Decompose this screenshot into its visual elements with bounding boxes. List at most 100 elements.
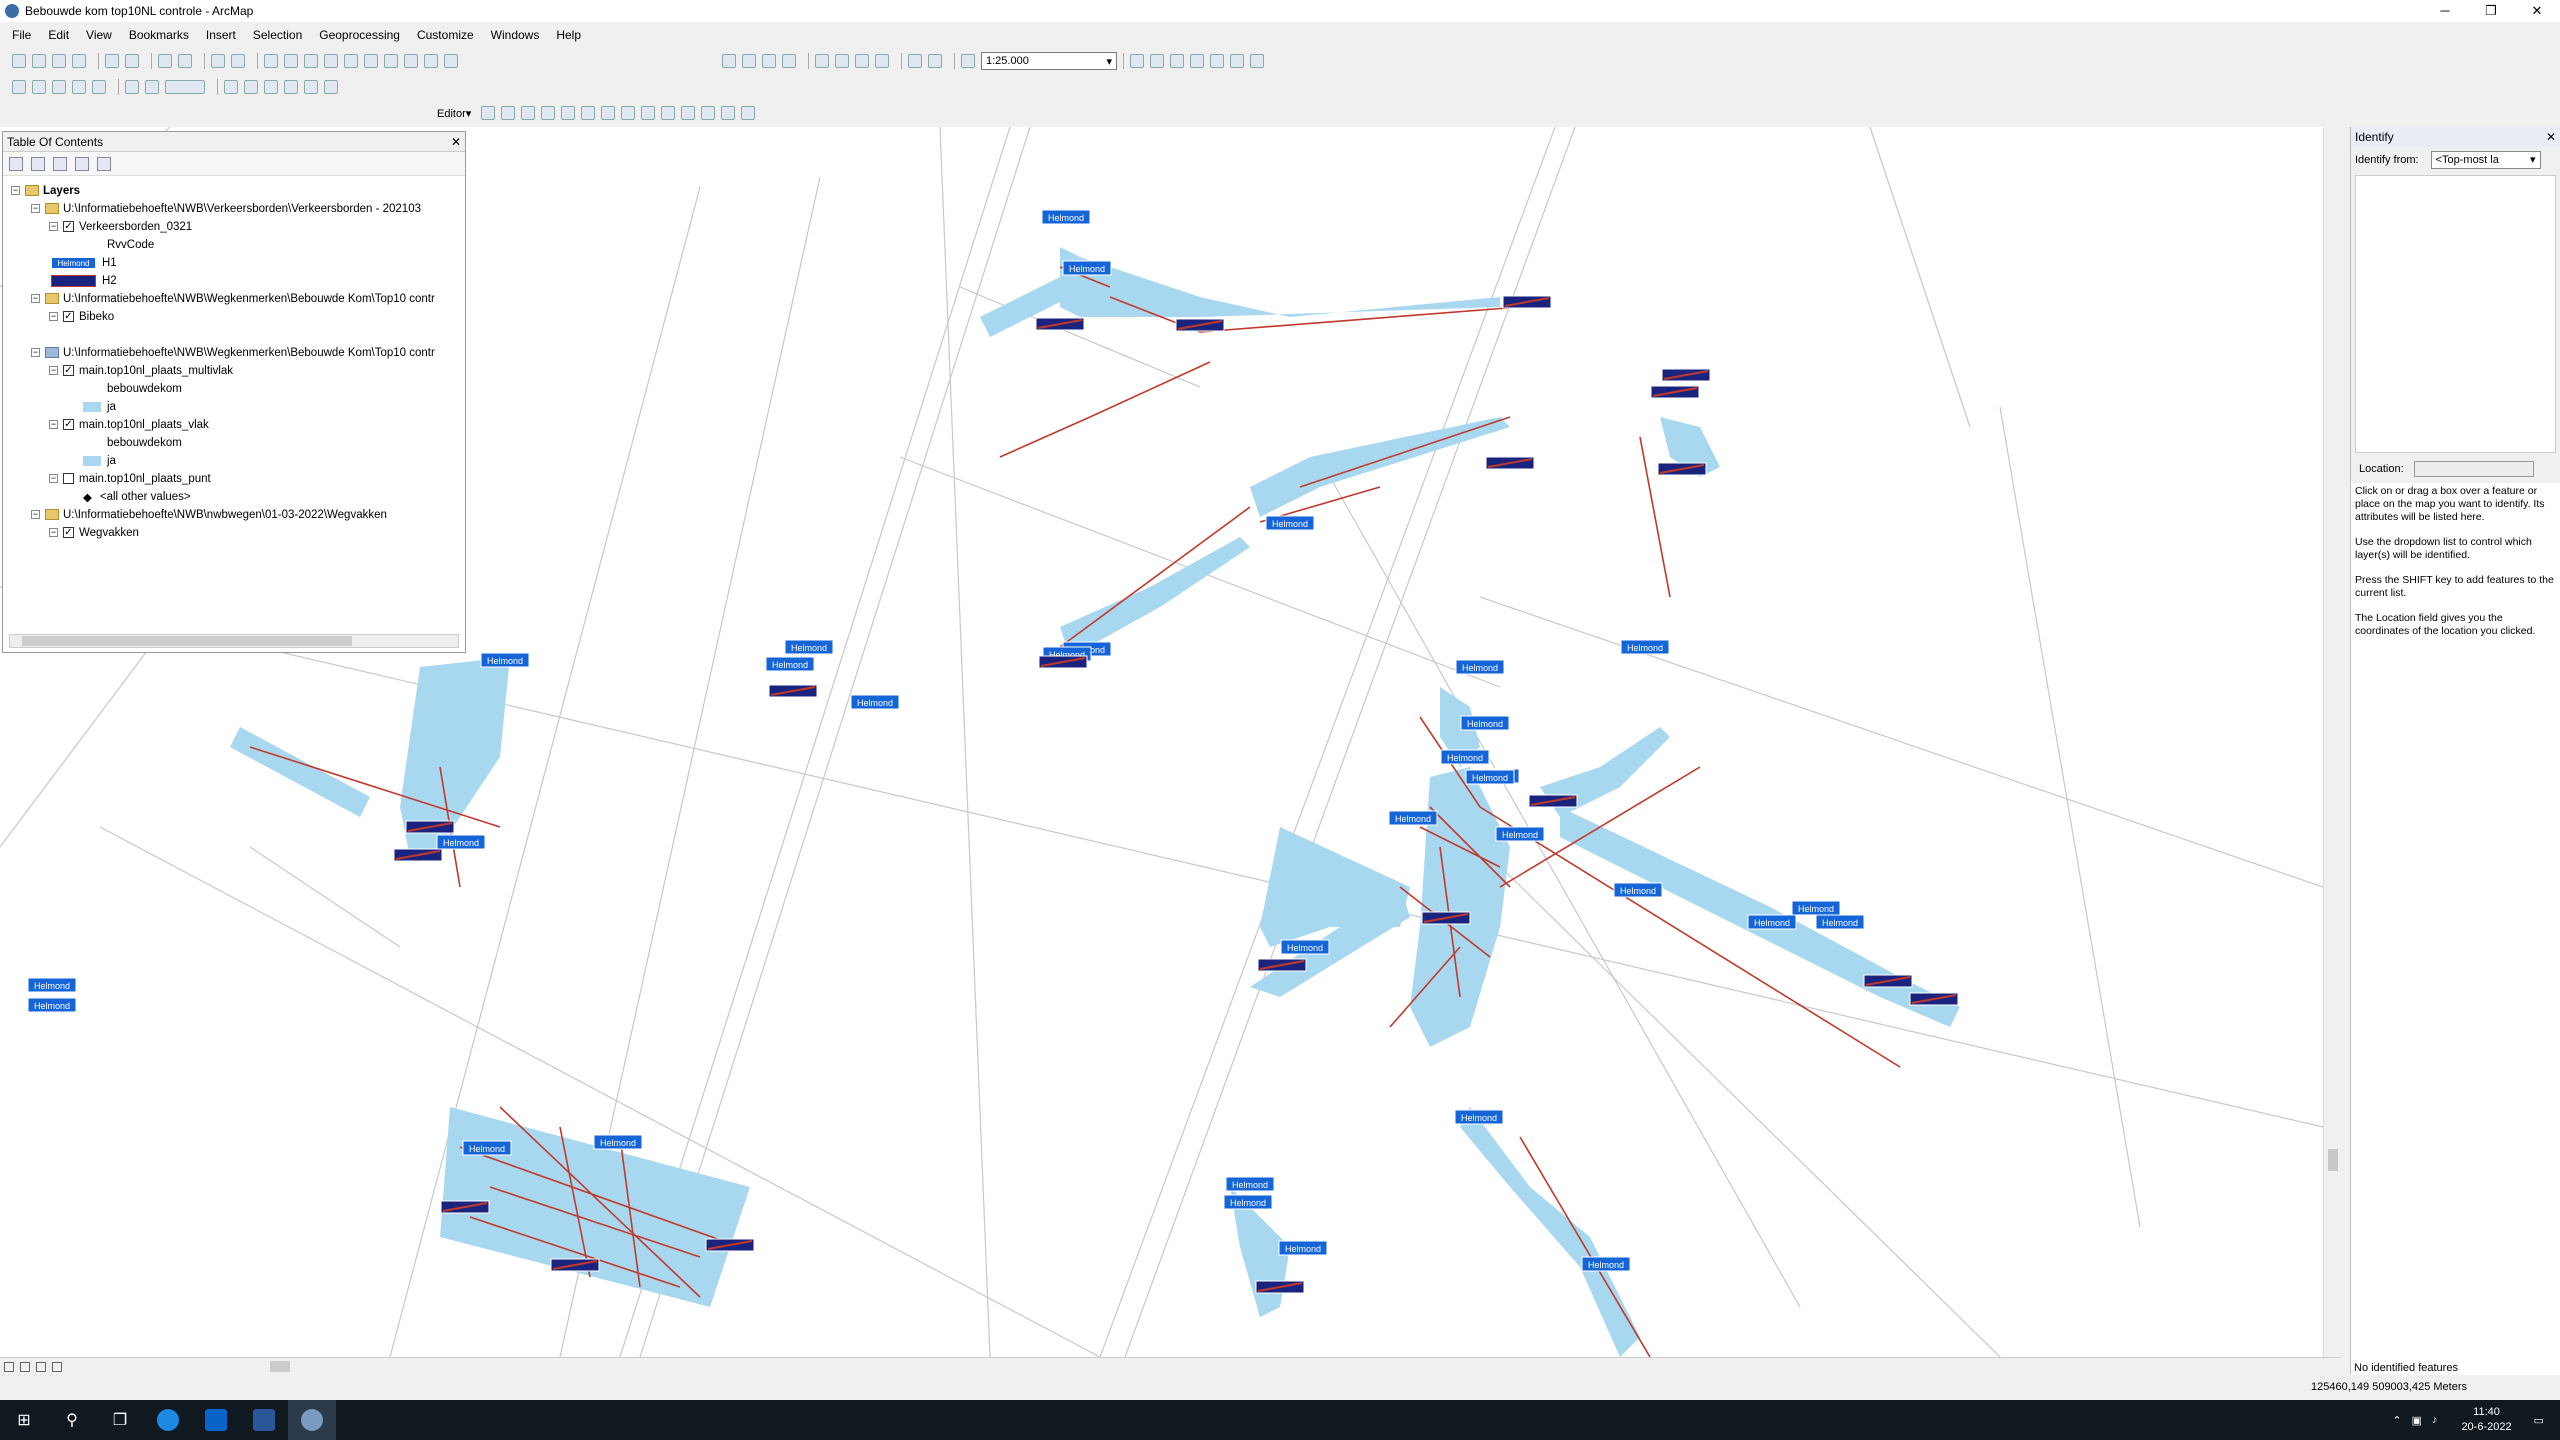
checkbox-checked[interactable]: ✓ — [63, 221, 74, 232]
close-icon[interactable]: ✕ — [2546, 130, 2556, 144]
tool-icon[interactable] — [125, 80, 139, 94]
color-picker[interactable] — [165, 80, 205, 94]
location-field[interactable] — [2413, 461, 2534, 477]
outlook-icon[interactable] — [192, 1400, 240, 1440]
minimize-button[interactable]: ─ — [2422, 0, 2468, 22]
checkbox-checked[interactable]: ✓ — [63, 365, 74, 376]
cut-icon[interactable] — [815, 54, 829, 68]
checkbox-unchecked[interactable] — [63, 473, 74, 484]
html-popup-icon[interactable] — [324, 54, 338, 68]
menu-edit[interactable]: Edit — [48, 28, 69, 42]
menu-selection[interactable]: Selection — [253, 28, 302, 42]
fixed-zoom-out-icon[interactable] — [125, 54, 139, 68]
zoom-in-icon[interactable] — [12, 54, 26, 68]
layout-view-icon[interactable] — [20, 1361, 30, 1372]
toc-group-bibeko[interactable]: − U:\Informatiebehoefte\NWB\Wegkenmerken\… — [31, 290, 435, 307]
undo-icon[interactable] — [908, 54, 922, 68]
identify-icon[interactable] — [284, 54, 298, 68]
point-icon[interactable] — [581, 106, 596, 120]
search-icon[interactable]: ⚲ — [48, 1400, 96, 1440]
catalog-window-icon[interactable] — [1170, 54, 1184, 68]
tool-icon[interactable] — [52, 80, 66, 94]
toc-window-icon[interactable] — [1150, 54, 1164, 68]
editor-menu[interactable]: Editor▾ — [437, 107, 471, 120]
toc-group-top10[interactable]: − U:\Informatiebehoefte\NWB\Wegkenmerken\… — [31, 344, 435, 361]
close-button[interactable]: ✕ — [2514, 0, 2560, 22]
toc-layers[interactable]: − Layers — [11, 182, 80, 199]
edit-annotation-icon[interactable] — [501, 106, 516, 120]
toc-layer-bibeko[interactable]: − ✓ Bibeko — [49, 308, 114, 325]
tool-icon[interactable] — [72, 80, 86, 94]
menu-insert[interactable]: Insert — [206, 28, 236, 42]
delete-icon[interactable] — [875, 54, 889, 68]
menu-bookmarks[interactable]: Bookmarks — [129, 28, 189, 42]
tool-icon[interactable] — [12, 80, 26, 94]
menu-view[interactable]: View — [86, 28, 112, 42]
toc-layer-wegvakken[interactable]: − ✓ Wegvakken — [49, 524, 139, 541]
new-document-icon[interactable] — [722, 54, 736, 68]
refresh-icon[interactable] — [36, 1361, 46, 1372]
sketch-properties-icon[interactable] — [721, 106, 736, 120]
editor-toolbar-icon[interactable] — [1130, 54, 1144, 68]
restore-button[interactable]: ❐ — [2468, 0, 2514, 22]
straight-segment-icon[interactable] — [521, 106, 536, 120]
toc-layer-vlak[interactable]: − ✓ main.top10nl_plaats_vlak — [49, 416, 209, 433]
hyperlink-icon[interactable] — [304, 54, 318, 68]
menu-help[interactable]: Help — [556, 28, 581, 42]
forward-icon[interactable] — [178, 54, 192, 68]
reshape-icon[interactable] — [621, 106, 636, 120]
arctoolbox-icon[interactable] — [1210, 54, 1224, 68]
clear-selection-icon[interactable] — [231, 54, 245, 68]
end-point-arc-icon[interactable] — [541, 106, 556, 120]
tool-icon[interactable] — [264, 80, 278, 94]
toc-group-wegvakken[interactable]: − U:\Informatiebehoefte\NWB\nwbwegen\01-0… — [31, 506, 387, 523]
close-icon[interactable]: ✕ — [451, 135, 461, 149]
edit-tool-icon[interactable] — [481, 106, 496, 120]
fixed-zoom-in-icon[interactable] — [105, 54, 119, 68]
tool-icon[interactable] — [304, 80, 318, 94]
arcmap-taskbar-icon[interactable] — [288, 1400, 336, 1440]
toc-layer-punt[interactable]: − main.top10nl_plaats_punt — [49, 470, 211, 487]
create-features-icon[interactable] — [741, 106, 756, 120]
tool-icon[interactable] — [244, 80, 258, 94]
save-icon[interactable] — [762, 54, 776, 68]
menu-customize[interactable]: Customize — [417, 28, 474, 42]
menu-windows[interactable]: Windows — [491, 28, 540, 42]
open-folder-icon[interactable] — [742, 54, 756, 68]
python-window-icon[interactable] — [1230, 54, 1244, 68]
time-slider-icon[interactable] — [424, 54, 438, 68]
cut-polygons-icon[interactable] — [641, 106, 656, 120]
toc-horizontal-scrollbar[interactable] — [9, 634, 459, 648]
clock[interactable]: 11:40 20-6-2022 — [2461, 1405, 2511, 1435]
tool-icon[interactable] — [324, 80, 338, 94]
horizontal-scroll-thumb[interactable] — [270, 1361, 290, 1372]
list-by-visibility-icon[interactable] — [53, 156, 67, 171]
menu-file[interactable]: File — [12, 28, 31, 42]
list-by-selection-icon[interactable] — [75, 156, 89, 171]
tool-icon[interactable] — [145, 80, 159, 94]
edit-vertices-icon[interactable] — [601, 106, 616, 120]
find-icon[interactable] — [364, 54, 378, 68]
map-scale-select[interactable]: 1:25.000 ▾ — [981, 52, 1117, 70]
zoom-out-icon[interactable] — [32, 54, 46, 68]
edge-icon[interactable] — [144, 1400, 192, 1440]
checkbox-checked[interactable]: ✓ — [63, 311, 74, 322]
toc-layer-verkeersborden[interactable]: − ✓ Verkeersborden_0321 — [49, 218, 192, 235]
select-features-icon[interactable] — [211, 54, 225, 68]
model-builder-icon[interactable] — [1250, 54, 1264, 68]
search-window-icon[interactable] — [1190, 54, 1204, 68]
menu-geoprocessing[interactable]: Geoprocessing — [319, 28, 400, 42]
print-icon[interactable] — [782, 54, 796, 68]
tool-icon[interactable] — [32, 80, 46, 94]
select-elements-icon[interactable] — [264, 54, 278, 68]
identify-from-select[interactable]: <Top-most la ▾ — [2430, 151, 2541, 169]
map-vertical-scrollbar[interactable] — [2323, 127, 2341, 1357]
paste-icon[interactable] — [855, 54, 869, 68]
identify-results[interactable] — [2355, 175, 2556, 453]
go-to-xy-icon[interactable] — [404, 54, 418, 68]
rotate-icon[interactable] — [681, 106, 696, 120]
viewer-icon[interactable] — [444, 54, 458, 68]
copy-icon[interactable] — [835, 54, 849, 68]
full-extent-icon[interactable] — [72, 54, 86, 68]
task-view-icon[interactable]: ❐ — [96, 1400, 144, 1440]
